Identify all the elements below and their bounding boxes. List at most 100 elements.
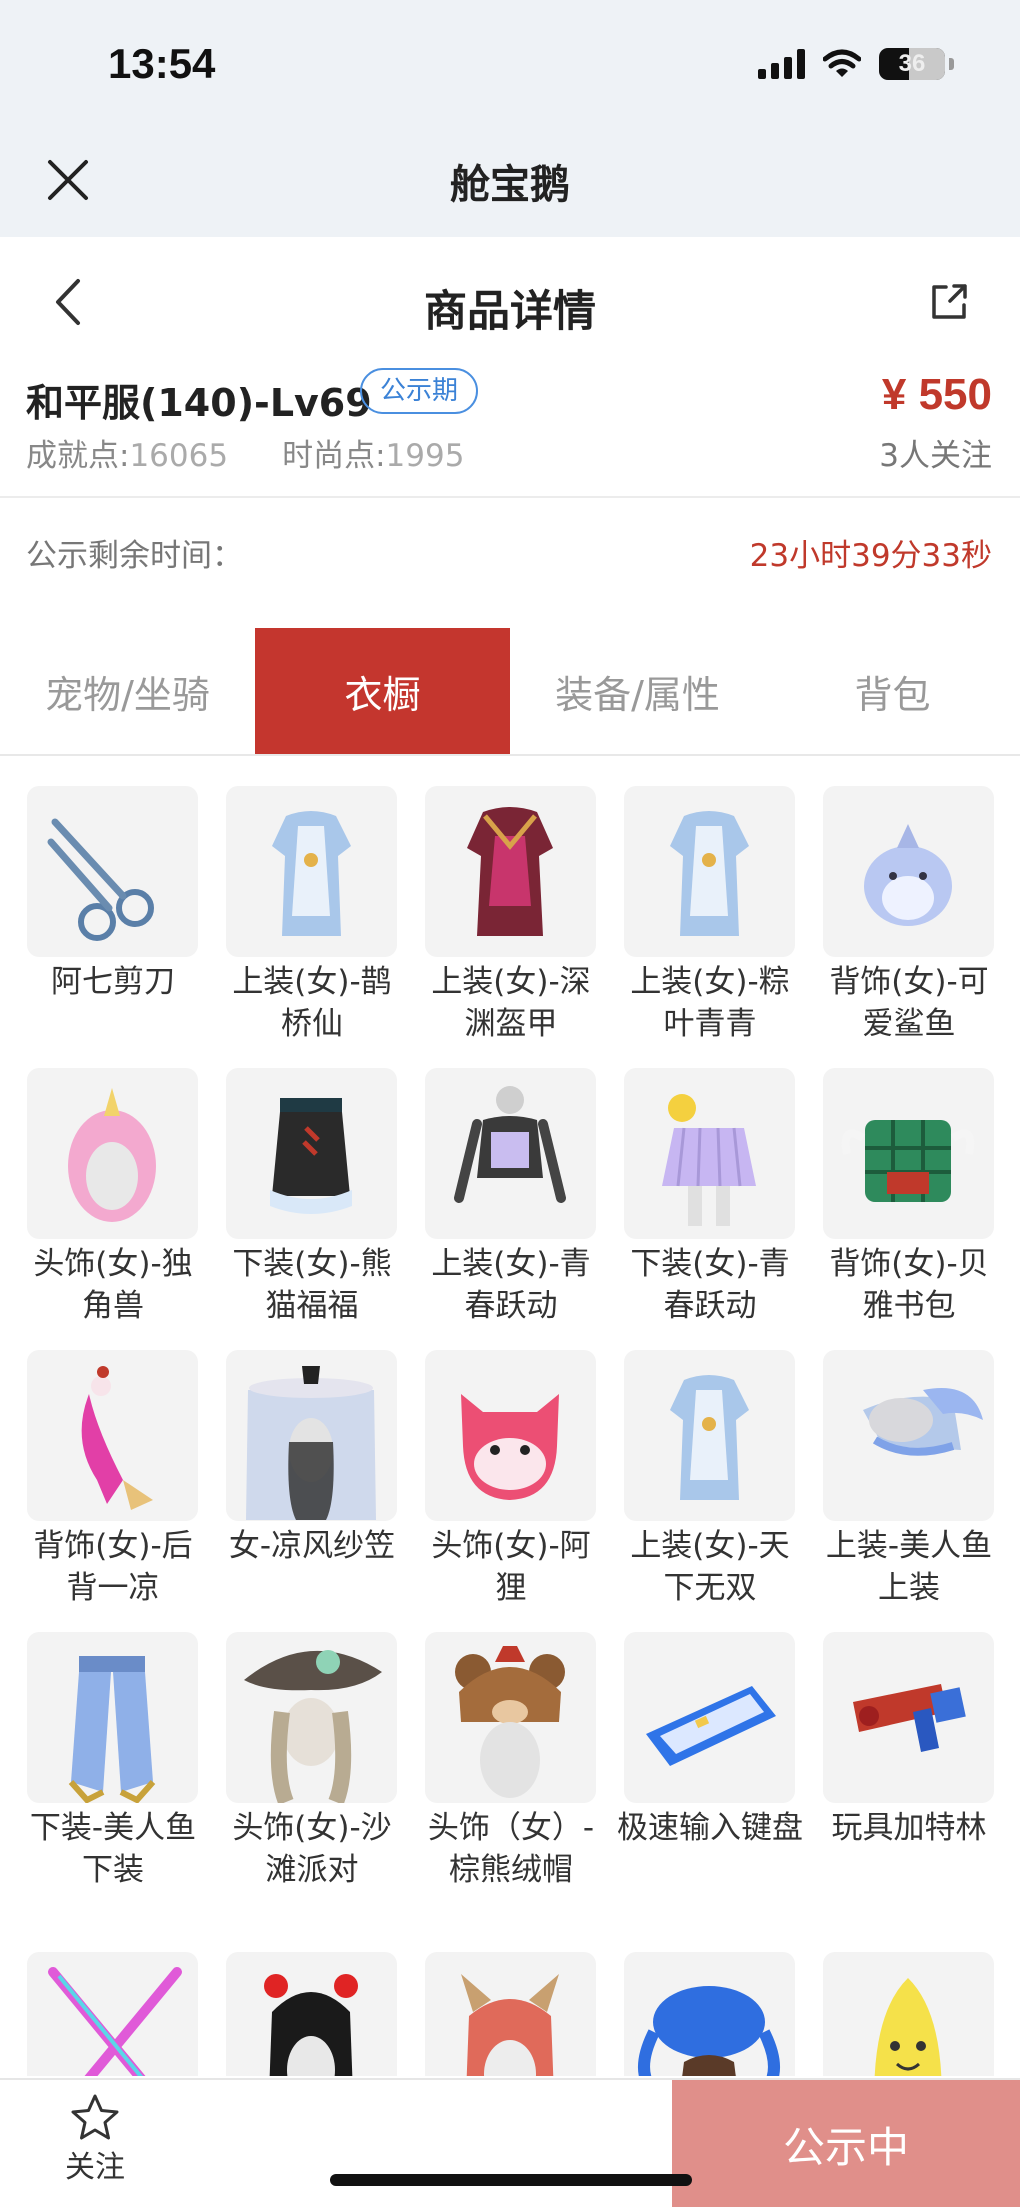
category-tabs: 宠物/坐骑 衣橱 装备/属性 背包 [0,628,1020,756]
armor-top-icon [425,786,596,957]
wardrobe-item-label: 上装(女)-青春跃动 [431,1246,591,1324]
wardrobe-item[interactable]: 头饰（女）-棕熊绒帽 [425,1632,596,1891]
wardrobe-item-label: 头饰(女)-阿狸 [431,1528,591,1606]
wardrobe-item-label: 阿七剪刀 [51,964,175,1000]
wardrobe-item[interactable]: 下装-美人鱼下装 [27,1632,198,1891]
tab-backpack[interactable]: 背包 [765,628,1020,754]
signal-icon [758,49,805,79]
wardrobe-item[interactable] [226,1952,397,2076]
crop-top-icon [425,1068,596,1239]
star-icon [71,2094,119,2140]
wardrobe-item-label: 极速输入键盘 [617,1810,803,1846]
mermaid-pants-icon [27,1632,198,1803]
wardrobe-item[interactable] [425,1952,596,2076]
bottom-bar: 关注 公示中 [0,2078,1020,2207]
status-badge: 公示期 [360,368,479,414]
outfit-top-icon [226,786,397,957]
achievement-label: 成就点: [26,438,130,474]
wardrobe-item-label: 上装(女)-深渊盔甲 [431,964,591,1042]
wardrobe-item[interactable] [823,1952,994,2076]
bear-hat-icon [425,1632,596,1803]
beach-hat-icon [226,1632,397,1803]
battery-level: 36 [898,50,926,77]
app-top-bar: 13:54 36 舱宝鹅 [0,0,1020,237]
wardrobe-item[interactable]: 头饰(女)-独角兽 [27,1068,198,1327]
heart-headband-icon [226,1952,397,2076]
scissors-icon [27,786,198,957]
wardrobe-item-label: 背饰(女)-贝雅书包 [829,1246,989,1324]
outfit-top-icon [624,786,795,957]
price: ¥ 550 [881,370,992,419]
fox-head-icon [425,1350,596,1521]
wardrobe-item[interactable]: 玩具加特林 [823,1632,994,1849]
countdown-label: 公示剩余时间： [26,538,243,574]
countdown-value: 23小时39分33秒 [749,538,992,574]
wardrobe-item[interactable] [624,1952,795,2076]
wardrobe-item[interactable]: 背饰(女)-贝雅书包 [823,1068,994,1327]
app-title: 舱宝鹅 [450,162,570,208]
wardrobe-item[interactable]: 背饰(女)-后背一凉 [27,1350,198,1609]
wardrobe-grid: 阿七剪刀 上装(女)-鹊桥仙 上装(女)-深渊盔甲 上装(女)-粽叶青青 背饰(女)-可… [0,786,1020,2076]
product-summary: 和平服(140)-Lv69 公示期 ¥ 550 成就点:16065 时尚点:199… [0,360,1020,496]
follow-label: 关注 [65,2150,125,2185]
wardrobe-item-label: 下装-美人鱼下装 [29,1810,197,1888]
toy-gun-icon [823,1632,994,1803]
wardrobe-item-label: 上装(女)-鹊桥仙 [232,964,392,1042]
wardrobe-item[interactable]: 上装-美人鱼上装 [823,1350,994,1609]
wardrobe-item-label: 上装-美人鱼上装 [825,1528,993,1606]
wardrobe-item-label: 下装(女)-青春跃动 [630,1246,790,1324]
wardrobe-item-label: 玩具加特林 [831,1810,987,1846]
wardrobe-item[interactable]: 上装(女)-青春跃动 [425,1068,596,1327]
wardrobe-item[interactable]: 头饰(女)-沙滩派对 [226,1632,397,1891]
outfit-top-icon [624,1350,795,1521]
wardrobe-item[interactable]: 上装(女)-深渊盔甲 [425,786,596,1045]
page-header: 商品详情 [0,237,1020,367]
wardrobe-item-label: 头饰(女)-沙滩派对 [232,1810,392,1888]
wardrobe-item[interactable]: 上装(女)-天下无双 [624,1350,795,1609]
wardrobe-item[interactable]: 下装(女)-青春跃动 [624,1068,795,1327]
wardrobe-item[interactable]: 背饰(女)-可爱鲨鱼 [823,786,994,1045]
tab-equipment-attributes[interactable]: 装备/属性 [510,628,765,754]
share-icon[interactable] [928,281,970,323]
status-time: 13:54 [108,40,216,87]
tab-wardrobe[interactable]: 衣橱 [255,628,510,754]
page-title: 商品详情 [424,287,596,337]
wardrobe-item-label: 背饰(女)-后背一凉 [33,1528,193,1606]
wardrobe-item-label: 下装(女)-熊猫福福 [232,1246,392,1324]
home-indicator [330,2174,692,2186]
skirt-icon [226,1068,397,1239]
wardrobe-item[interactable]: 头饰(女)-阿狸 [425,1350,596,1609]
tab-pets-mounts[interactable]: 宠物/坐骑 [0,628,255,754]
keyboard-icon [624,1632,795,1803]
mermaid-top-icon [823,1350,994,1521]
wardrobe-item-label: 上装(女)-粽叶青青 [630,964,790,1042]
battery-icon: 36 [879,48,945,80]
fashion-value: 1995 [385,438,465,474]
status-icons: 36 [758,48,954,80]
veil-hat-icon [226,1350,397,1521]
fashion-label: 时尚点: [282,438,386,474]
wardrobe-item-label: 头饰（女）-棕熊绒帽 [427,1810,595,1888]
follow-button[interactable]: 关注 [40,2092,150,2188]
wardrobe-item[interactable]: 女-凉风纱笠 [226,1350,397,1567]
listing-status-button[interactable]: 公示中 [672,2080,1020,2207]
shark-backpack-icon [823,786,994,957]
horned-hair-icon [425,1952,596,2076]
schoolbag-icon [823,1068,994,1239]
unicorn-hood-icon [27,1068,198,1239]
wardrobe-item[interactable]: 极速输入键盘 [617,1632,803,1849]
wardrobe-item-label: 头饰(女)-独角兽 [33,1246,193,1324]
followers-count: 3人关注 [879,438,992,474]
wardrobe-item[interactable]: 上装(女)-鹊桥仙 [226,786,397,1045]
product-name: 和平服(140)-Lv69 [26,381,372,425]
page: 13:54 36 舱宝鹅 商品详情 和平服(140)-Lv69 公示期 ¥ 55… [0,0,1020,2207]
crossed-sticks-icon [27,1952,198,2076]
wifi-icon [823,49,861,77]
wardrobe-item[interactable]: 下装(女)-熊猫福福 [226,1068,397,1327]
wardrobe-item[interactable] [27,1952,198,2076]
divider [0,496,1020,498]
wardrobe-item-label: 女-凉风纱笠 [228,1528,396,1564]
octopus-hat-icon [624,1952,795,2076]
wardrobe-item[interactable]: 阿七剪刀 [27,786,198,1003]
wardrobe-item[interactable]: 上装(女)-粽叶青青 [624,786,795,1045]
